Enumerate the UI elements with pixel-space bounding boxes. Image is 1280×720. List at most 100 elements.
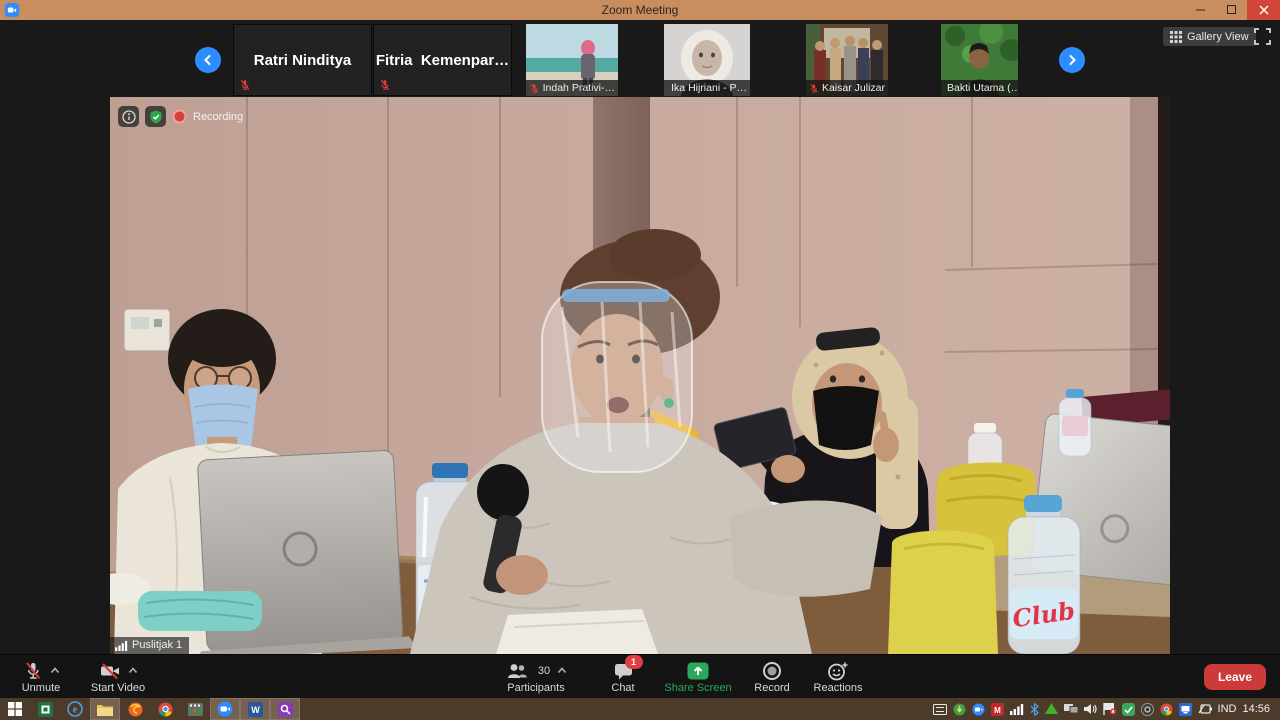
participant-thumbnail[interactable]: Bakti Utama (… bbox=[941, 24, 1018, 96]
zoom-meeting-window: Zoom Meeting Ratri Ninditya Fitria Kemen… bbox=[0, 0, 1280, 720]
share-screen-button[interactable]: Share Screen bbox=[658, 660, 738, 694]
action-center-flag-icon[interactable] bbox=[1103, 703, 1116, 715]
window-title: Zoom Meeting bbox=[0, 3, 1280, 17]
volume-icon[interactable] bbox=[1084, 703, 1097, 715]
meeting-toolbar: Unmute Start Video 30 bbox=[0, 654, 1280, 698]
reactions-label: Reactions bbox=[814, 683, 863, 694]
black-face-mask bbox=[813, 386, 879, 450]
chevron-up-icon[interactable] bbox=[128, 667, 138, 674]
meeting-info-icon[interactable] bbox=[118, 106, 139, 127]
chevron-up-icon[interactable] bbox=[557, 667, 567, 674]
grid-icon bbox=[1170, 31, 1182, 43]
share-screen-label: Share Screen bbox=[664, 683, 731, 694]
dual-monitor-icon[interactable] bbox=[1064, 704, 1078, 715]
muted-mic-icon bbox=[379, 79, 391, 91]
reactions-button[interactable]: Reactions bbox=[806, 660, 870, 694]
record-button[interactable]: Record bbox=[745, 660, 799, 694]
participant-name: Ika Hijriani - P… bbox=[671, 82, 747, 94]
windows-taskbar: e W M bbox=[0, 698, 1280, 720]
remote-desktop-icon[interactable] bbox=[1179, 703, 1192, 716]
participant-name: Fitria Kemenpar… bbox=[376, 52, 509, 69]
conference-room-video: Club bbox=[110, 97, 1170, 654]
scroll-right-arrow[interactable] bbox=[1059, 47, 1085, 73]
firefox-icon[interactable] bbox=[120, 698, 150, 720]
svg-text:e: e bbox=[73, 705, 78, 716]
graphics-icon[interactable] bbox=[1045, 703, 1058, 715]
wall-thermostat bbox=[124, 309, 170, 351]
system-tray: M IND 14:56 bbox=[933, 698, 1276, 720]
participant-name: Ratri Ninditya bbox=[254, 52, 352, 69]
leave-label: Leave bbox=[1218, 670, 1252, 684]
participant-thumbnail[interactable]: Ika Hijriani - P… bbox=[664, 24, 750, 96]
unmute-button[interactable]: Unmute bbox=[10, 660, 72, 694]
participant-thumbnail[interactable]: Fitria Kemenpar… bbox=[373, 24, 512, 96]
hand bbox=[496, 555, 548, 595]
record-label: Record bbox=[754, 683, 789, 694]
office-app-icon[interactable] bbox=[30, 698, 60, 720]
minimize-button[interactable] bbox=[1186, 0, 1216, 20]
leave-button[interactable]: Leave bbox=[1204, 664, 1266, 690]
muted-mic-icon bbox=[529, 83, 540, 94]
touch-keyboard-icon[interactable] bbox=[933, 704, 947, 715]
scroll-left-arrow[interactable] bbox=[195, 47, 221, 73]
record-icon bbox=[762, 661, 782, 681]
search-app-icon[interactable] bbox=[270, 698, 300, 720]
zoom-tray-icon[interactable] bbox=[972, 703, 985, 716]
network-signal-icon[interactable] bbox=[1010, 703, 1024, 715]
clock[interactable]: 14:56 bbox=[1242, 703, 1270, 715]
svg-text:W: W bbox=[251, 705, 260, 715]
download-manager-icon[interactable] bbox=[953, 703, 966, 716]
participant-name: Indah Prativi-… bbox=[543, 82, 615, 94]
microphone bbox=[477, 464, 529, 520]
participant-thumbnail[interactable]: Ratri Ninditya bbox=[233, 24, 372, 96]
maximize-button[interactable] bbox=[1217, 0, 1247, 20]
encryption-shield-icon[interactable] bbox=[145, 106, 166, 127]
gallery-view-button[interactable]: Gallery View bbox=[1163, 27, 1256, 46]
participants-button[interactable]: 30 Participants bbox=[490, 660, 582, 694]
participants-icon bbox=[505, 661, 529, 681]
muted-mic-icon bbox=[23, 661, 43, 681]
start-video-button[interactable]: Start Video bbox=[84, 660, 152, 694]
participant-thumbnail[interactable]: Indah Prativi-… bbox=[526, 24, 618, 96]
start-video-label: Start Video bbox=[91, 683, 145, 694]
bluetooth-icon[interactable] bbox=[1030, 703, 1039, 716]
media-player-icon[interactable] bbox=[180, 698, 210, 720]
start-button[interactable] bbox=[0, 698, 30, 720]
mcafee-icon[interactable]: M bbox=[991, 703, 1004, 716]
messaging-icon[interactable] bbox=[1122, 703, 1135, 716]
speaker-name-label: Puslitjak 1 bbox=[110, 637, 189, 654]
chat-label: Chat bbox=[611, 683, 634, 694]
muted-camera-icon bbox=[99, 661, 121, 681]
reactions-icon bbox=[827, 661, 849, 681]
recording-label: Recording bbox=[193, 111, 243, 123]
share-screen-icon bbox=[686, 661, 710, 681]
internet-explorer-icon[interactable]: e bbox=[60, 698, 90, 720]
meeting-status-overlay: Recording bbox=[118, 106, 243, 127]
gallery-view-label: Gallery View bbox=[1187, 31, 1249, 43]
chat-button[interactable]: 1 Chat bbox=[600, 660, 646, 694]
file-explorer-icon[interactable] bbox=[90, 698, 120, 720]
video-scene: Club bbox=[110, 97, 1170, 654]
title-bar: Zoom Meeting bbox=[0, 0, 1280, 20]
recording-dot-icon bbox=[172, 109, 187, 124]
svg-text:M: M bbox=[994, 706, 1001, 715]
chevron-up-icon[interactable] bbox=[50, 667, 60, 674]
windows-logo-icon bbox=[8, 702, 22, 716]
battery-icon[interactable] bbox=[1198, 703, 1212, 715]
chrome-icon[interactable] bbox=[150, 698, 180, 720]
participants-count: 30 bbox=[538, 665, 550, 677]
muted-mic-icon bbox=[667, 83, 668, 94]
chrome-tray-icon[interactable] bbox=[1160, 703, 1173, 716]
camera-tray-icon[interactable] bbox=[1141, 703, 1154, 716]
language-indicator[interactable]: IND bbox=[1218, 703, 1237, 715]
word-icon[interactable]: W bbox=[240, 698, 270, 720]
club-water-bottle: Club bbox=[1008, 495, 1080, 654]
participant-thumbnail[interactable]: Kaisar Julizar bbox=[806, 24, 888, 96]
close-button[interactable] bbox=[1247, 0, 1280, 20]
participants-label: Participants bbox=[507, 683, 564, 694]
participant-name: Kaisar Julizar bbox=[822, 82, 885, 94]
muted-mic-icon bbox=[809, 83, 819, 94]
zoom-taskbar-icon[interactable] bbox=[210, 698, 240, 720]
fullscreen-icon[interactable] bbox=[1254, 28, 1271, 45]
water-bottle-bluecap bbox=[1059, 389, 1091, 456]
